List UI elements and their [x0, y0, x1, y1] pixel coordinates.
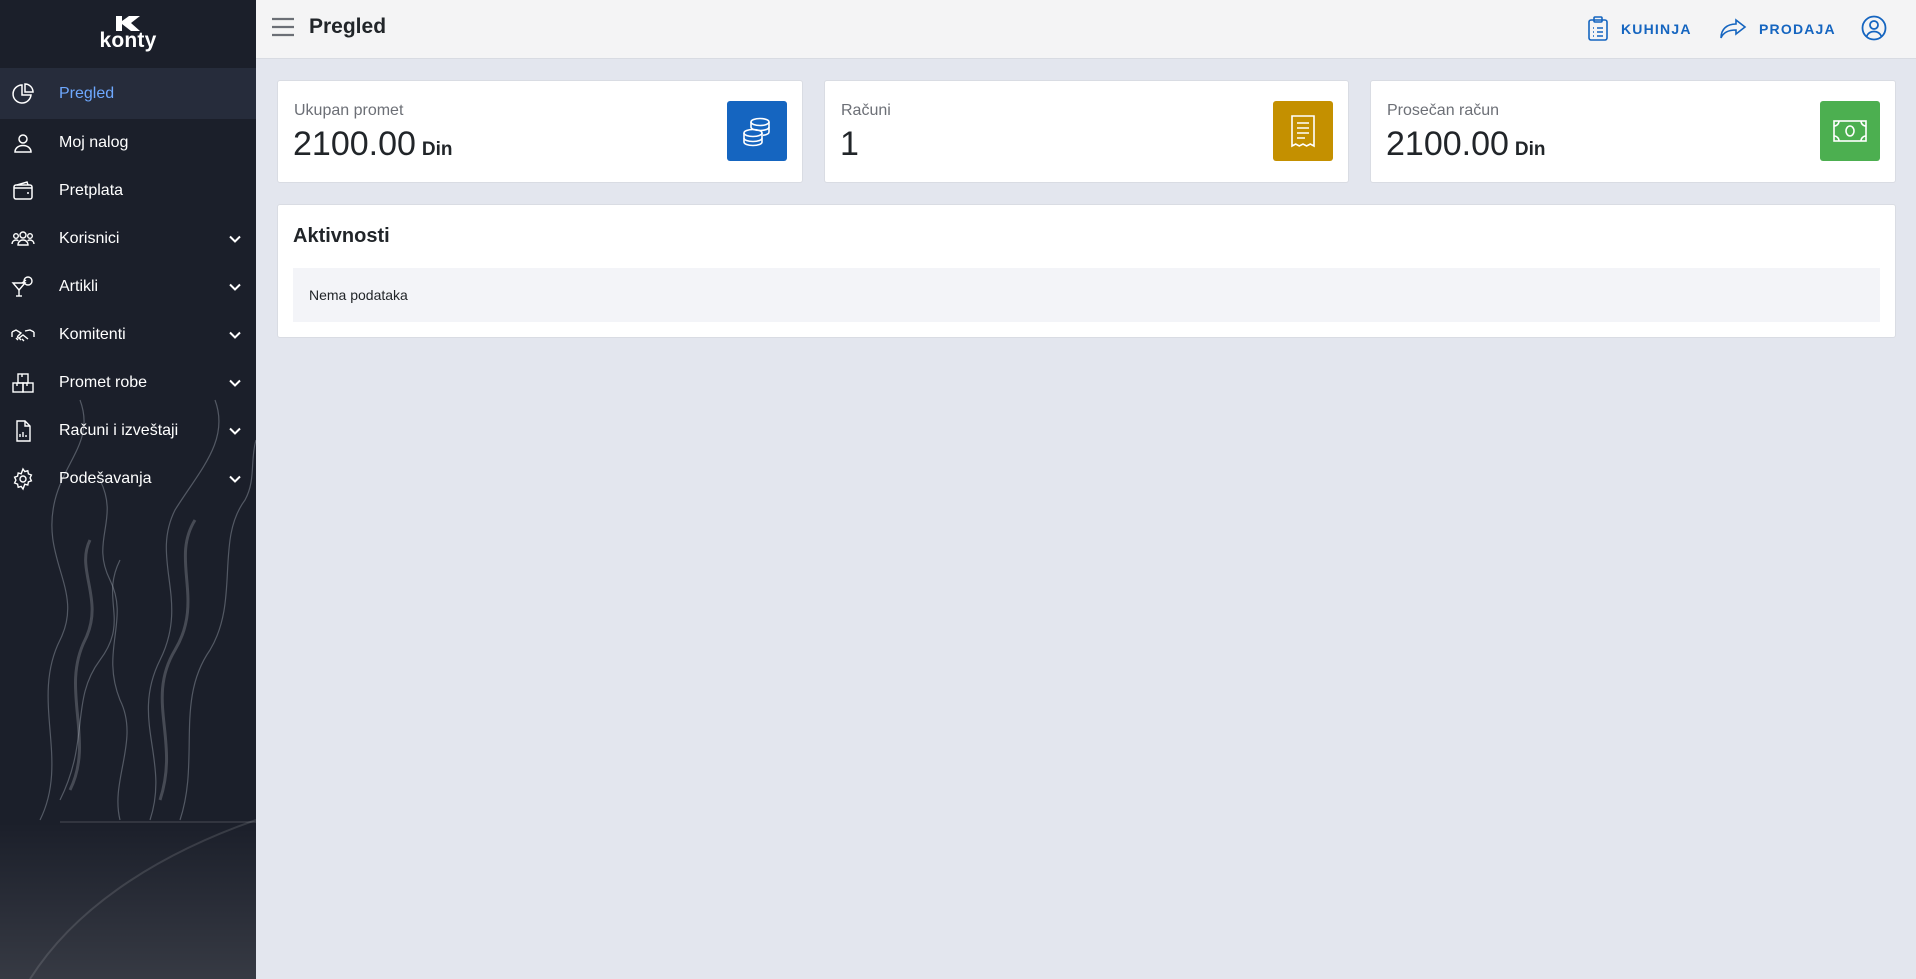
receipt-icon: [1273, 101, 1333, 161]
stat-unit: Din: [421, 139, 453, 160]
prodaja-button[interactable]: PRODAJA: [1719, 14, 1836, 44]
sidebar-item-moj-nalog[interactable]: Moj nalog: [0, 119, 256, 167]
logo-text: konty: [99, 29, 157, 52]
stat-card-racuni: Računi 1: [824, 80, 1349, 183]
users-icon: [11, 227, 35, 251]
sidebar-item-label: Pregled: [59, 84, 115, 102]
stat-number: 2100.00: [1386, 125, 1509, 163]
activity-panel: Aktivnosti Nema podataka: [277, 204, 1896, 338]
activity-title: Aktivnosti: [293, 225, 390, 247]
sidebar-item-label: Pretplata: [59, 182, 124, 199]
user-account-icon[interactable]: [1860, 14, 1888, 42]
stat-number: 1: [840, 125, 859, 163]
stat-label: Prosečan račun: [1387, 102, 1500, 119]
sidebar-item-label: Artikli: [59, 278, 99, 295]
cocktail-icon: [11, 275, 35, 299]
menu-toggle-icon[interactable]: [272, 17, 294, 37]
chevron-down-icon: [229, 475, 241, 483]
stat-value: 1: [840, 125, 859, 164]
sidebar-nav: Pregled Moj nalog Pretplata Korisnici Ar…: [0, 68, 256, 503]
sidebar-item-label: Računi i izveštaji: [59, 422, 179, 439]
sidebar-item-korisnici[interactable]: Korisnici: [0, 215, 256, 263]
coins-icon: [727, 101, 787, 161]
sidebar-item-label: Komitenti: [59, 326, 126, 343]
chevron-down-icon: [229, 235, 241, 243]
stat-value: 2100.00 Din: [293, 125, 453, 164]
sidebar-item-label: Korisnici: [59, 230, 120, 247]
stat-card-prosecan-racun: Prosečan račun 2100.00 Din: [1370, 80, 1896, 183]
handshake-icon: [11, 323, 35, 347]
sidebar-item-label: Promet robe: [59, 374, 148, 391]
sidebar-item-label: Moj nalog: [59, 134, 129, 151]
kuhinja-button[interactable]: KUHINJA: [1587, 14, 1692, 44]
brand-logo[interactable]: konty: [0, 0, 256, 66]
chevron-down-icon: [229, 283, 241, 291]
gear-icon: [11, 467, 35, 491]
chevron-down-icon: [229, 331, 241, 339]
chevron-down-icon: [229, 379, 241, 387]
prodaja-label: PRODAJA: [1759, 21, 1836, 37]
clipboard-icon: [1588, 16, 1608, 41]
stat-value: 2100.00 Din: [1386, 125, 1546, 164]
kuhinja-label: KUHINJA: [1621, 21, 1692, 37]
sidebar-item-label: Podešavanja: [59, 470, 152, 487]
stat-unit: Din: [1514, 139, 1546, 160]
empty-message: Nema podataka: [309, 287, 408, 303]
sidebar: konty Pregled Moj nalog Pretplata Korisn…: [0, 0, 256, 979]
sidebar-item-komitenti[interactable]: Komitenti: [0, 311, 256, 359]
user-icon: [11, 131, 35, 155]
wallet-icon: [11, 179, 35, 203]
stat-card-ukupan-promet: Ukupan promet 2100.00 Din: [277, 80, 803, 183]
sidebar-item-pregled[interactable]: Pregled: [0, 68, 256, 119]
sidebar-item-racuni-i-izvestaji[interactable]: Računi i izveštaji: [0, 407, 256, 455]
share-arrow-icon: [1720, 18, 1747, 39]
report-icon: [11, 419, 35, 443]
pie-chart-icon: [11, 82, 35, 106]
stat-number: 2100.00: [293, 125, 416, 163]
sidebar-item-artikli[interactable]: Artikli: [0, 263, 256, 311]
chevron-down-icon: [229, 427, 241, 435]
banknote-icon: [1820, 101, 1880, 161]
sidebar-item-promet-robe[interactable]: Promet robe: [0, 359, 256, 407]
sidebar-item-podesavanja[interactable]: Podešavanja: [0, 455, 256, 503]
top-bar: Pregled KUHINJA PRODAJA: [256, 0, 1916, 59]
activity-empty-state: Nema podataka: [293, 268, 1880, 322]
boxes-icon: [11, 371, 35, 395]
sidebar-item-pretplata[interactable]: Pretplata: [0, 167, 256, 215]
page-title: Pregled: [309, 15, 387, 38]
stat-label: Ukupan promet: [294, 102, 404, 119]
stat-label: Računi: [841, 102, 891, 119]
